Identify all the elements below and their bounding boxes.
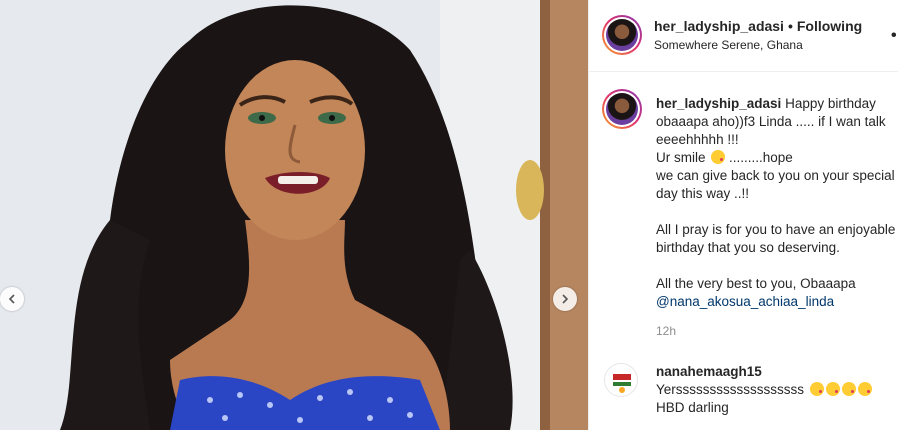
chevron-right-icon: [562, 294, 569, 304]
post-header: her_ladyship_adasi • Following Somewhere S…: [589, 0, 898, 72]
post-side-panel: her_ladyship_adasi • Following Somewhere S…: [588, 0, 898, 430]
caption-line-2a: Ur smile: [656, 150, 706, 165]
caption-avatar[interactable]: [602, 89, 642, 129]
post-location[interactable]: Somewhere Serene, Ghana: [654, 38, 803, 52]
kiss-emoji: [809, 382, 824, 396]
caption-text: her_ladyship_adasi Happy birthday obaaap…: [656, 95, 898, 311]
commenter-avatar[interactable]: [604, 363, 638, 397]
kiss-emoji: [825, 382, 840, 396]
caption-line-2b: .........hope: [729, 150, 793, 165]
caption-line-5: All the very best to you, Obaaapa: [656, 276, 856, 291]
caption-username[interactable]: her_ladyship_adasi: [656, 96, 781, 111]
separator-dot: •: [787, 18, 793, 34]
commenter-username[interactable]: nanahemaagh15: [656, 363, 896, 381]
previous-photo-button[interactable]: [0, 287, 24, 311]
caption-mention-link[interactable]: @nana_akosua_achiaa_linda: [656, 294, 834, 309]
caption-line-4: All I pray is for you to have an enjoyab…: [656, 222, 896, 255]
photo-illustration: [0, 0, 588, 430]
comment-text: nanahemaagh15 Yersssssssssssssssssss HBD…: [656, 363, 896, 417]
caption-line-3: we can give back to you on your special …: [656, 168, 895, 201]
kiss-emoji: [857, 382, 872, 396]
comment-body: Yersssssssssssssssssss: [656, 382, 805, 397]
comment-body-2: HBD darling: [656, 400, 729, 415]
more-horizontal-icon[interactable]: •••: [891, 28, 898, 44]
chevron-left-icon: [8, 294, 15, 304]
smile-emoji: [711, 150, 726, 164]
commenter-avatar-image: [605, 364, 637, 396]
author-avatar[interactable]: [602, 15, 642, 55]
next-photo-button[interactable]: [553, 287, 577, 311]
header-username-row: her_ladyship_adasi • Following: [654, 18, 862, 34]
post-timestamp[interactable]: 12h: [656, 324, 676, 338]
author-username[interactable]: her_ladyship_adasi: [654, 18, 784, 34]
post-photo: [0, 0, 588, 430]
kiss-emoji: [841, 382, 856, 396]
following-button[interactable]: Following: [797, 18, 862, 34]
